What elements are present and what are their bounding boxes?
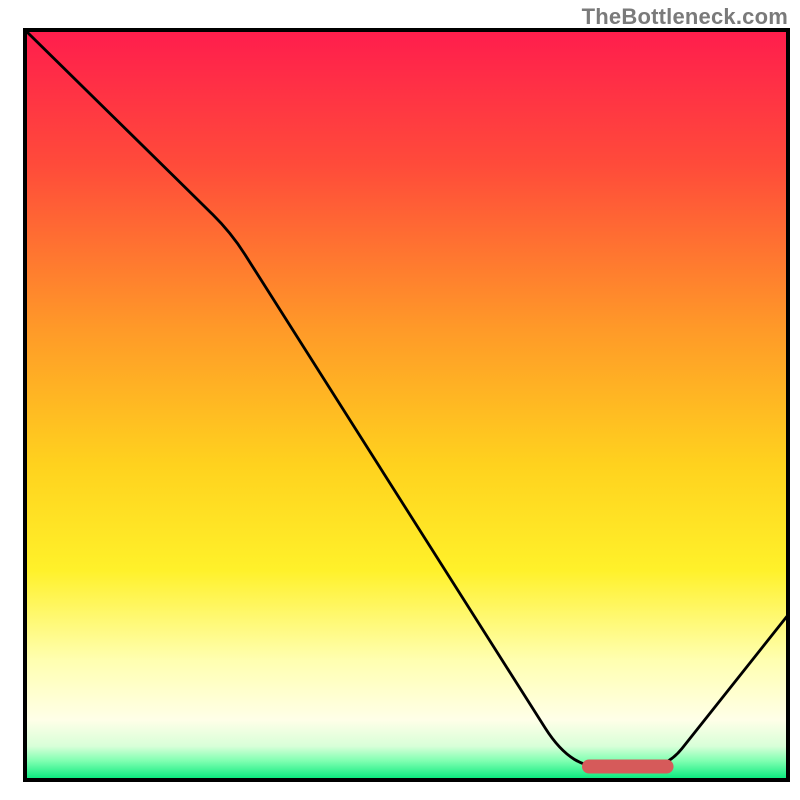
selected-range-marker [582, 760, 674, 774]
watermark-text: TheBottleneck.com [582, 4, 788, 30]
chart-container: TheBottleneck.com [0, 0, 800, 800]
bottleneck-chart [0, 0, 800, 800]
